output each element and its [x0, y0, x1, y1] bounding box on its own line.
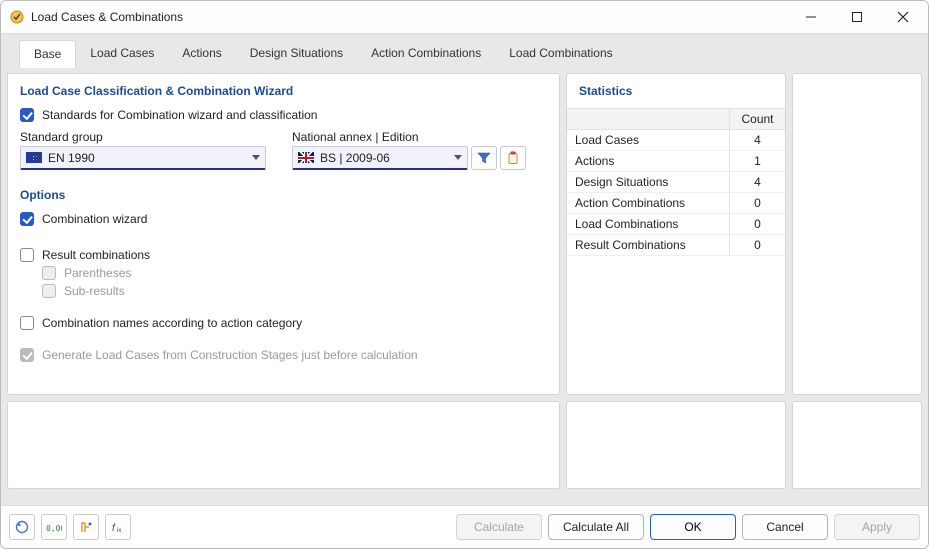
national-annex-select[interactable]: BS | 2009-06: [292, 146, 468, 170]
filter-button[interactable]: [471, 146, 497, 170]
stats-name-header: [567, 109, 729, 129]
help-button[interactable]: [9, 514, 35, 540]
minimize-button[interactable]: [788, 2, 834, 32]
stats-row: Action Combinations 0: [567, 193, 785, 214]
cancel-button[interactable]: Cancel: [742, 514, 828, 540]
titlebar: Load Cases & Combinations: [1, 1, 928, 33]
chevron-down-icon: [252, 155, 260, 160]
section-title-options: Options: [20, 188, 547, 202]
uk-flag-icon: [298, 152, 314, 163]
main-pane: Load Case Classification & Combination W…: [7, 73, 560, 395]
stats-count: 0: [729, 193, 785, 213]
stats-label: Action Combinations: [567, 193, 729, 213]
standards-checkbox-label: Standards for Combination wizard and cla…: [42, 108, 317, 122]
generate-lc-checkbox: [20, 348, 34, 362]
function-button[interactable]: fix: [105, 514, 131, 540]
svg-text:f: f: [112, 523, 116, 534]
lower-pane-mid: [566, 401, 786, 489]
national-annex-value: BS | 2009-06: [320, 151, 448, 165]
standard-group-value: EN 1990: [48, 151, 246, 165]
stats-count: 1: [729, 151, 785, 171]
tab-action-combinations[interactable]: Action Combinations: [357, 40, 495, 68]
tab-strip: Base Load Cases Actions Design Situation…: [7, 40, 922, 68]
combination-wizard-label: Combination wizard: [42, 212, 147, 226]
result-combinations-label: Result combinations: [42, 248, 150, 262]
subresults-label: Sub-results: [64, 284, 125, 298]
combination-names-checkbox[interactable]: [20, 316, 34, 330]
stats-row: Result Combinations 0: [567, 235, 785, 256]
national-annex-label: National annex | Edition: [292, 130, 526, 144]
app-icon: [9, 9, 25, 25]
stats-label: Actions: [567, 151, 729, 171]
calculate-button: Calculate: [456, 514, 542, 540]
lower-pane-right: [792, 401, 922, 489]
lower-pane-left: [7, 401, 560, 489]
result-combinations-checkbox[interactable]: [20, 248, 34, 262]
stats-count: 0: [729, 214, 785, 234]
tab-design-situations[interactable]: Design Situations: [236, 40, 357, 68]
stats-label: Load Cases: [567, 130, 729, 150]
standard-group-select[interactable]: EN 1990: [20, 146, 266, 170]
chevron-down-icon: [454, 155, 462, 160]
svg-text:0,00: 0,00: [46, 524, 62, 533]
generate-lc-label: Generate Load Cases from Construction St…: [42, 348, 418, 362]
apply-button: Apply: [834, 514, 920, 540]
stats-label: Design Situations: [567, 172, 729, 192]
tab-load-cases[interactable]: Load Cases: [76, 40, 168, 68]
statistics-pane: Statistics Count Load Cases 4 Actions 1 …: [566, 73, 786, 395]
section-title-wizard: Load Case Classification & Combination W…: [20, 84, 547, 98]
stats-row: Load Cases 4: [567, 130, 785, 151]
close-button[interactable]: [880, 2, 926, 32]
subresults-checkbox: [42, 284, 56, 298]
statistics-title: Statistics: [579, 84, 773, 98]
units-button[interactable]: 0,00: [41, 514, 67, 540]
parentheses-checkbox: [42, 266, 56, 280]
eu-flag-icon: [26, 152, 42, 163]
maximize-button[interactable]: [834, 2, 880, 32]
tab-load-combinations[interactable]: Load Combinations: [495, 40, 626, 68]
model-button[interactable]: [73, 514, 99, 540]
stats-count-header: Count: [729, 109, 785, 129]
window-title: Load Cases & Combinations: [31, 10, 183, 24]
combination-wizard-checkbox[interactable]: [20, 212, 34, 226]
calculate-all-button[interactable]: Calculate All: [548, 514, 644, 540]
svg-text:ix: ix: [117, 528, 121, 534]
stats-row: Actions 1: [567, 151, 785, 172]
clipboard-button[interactable]: [500, 146, 526, 170]
standards-checkbox[interactable]: [20, 108, 34, 122]
parentheses-label: Parentheses: [64, 266, 131, 280]
stats-label: Result Combinations: [567, 235, 729, 255]
stats-row: Load Combinations 0: [567, 214, 785, 235]
standard-group-label: Standard group: [20, 130, 266, 144]
stats-count: 4: [729, 172, 785, 192]
side-empty-pane: [792, 73, 922, 395]
combination-names-label: Combination names according to action ca…: [42, 316, 302, 330]
tab-actions[interactable]: Actions: [168, 40, 235, 68]
stats-row: Design Situations 4: [567, 172, 785, 193]
stats-count: 4: [729, 130, 785, 150]
stats-count: 0: [729, 235, 785, 255]
stats-label: Load Combinations: [567, 214, 729, 234]
tab-base[interactable]: Base: [19, 40, 76, 68]
footer: 0,00 fix Calculate Calculate All OK Canc…: [1, 505, 928, 548]
ok-button[interactable]: OK: [650, 514, 736, 540]
